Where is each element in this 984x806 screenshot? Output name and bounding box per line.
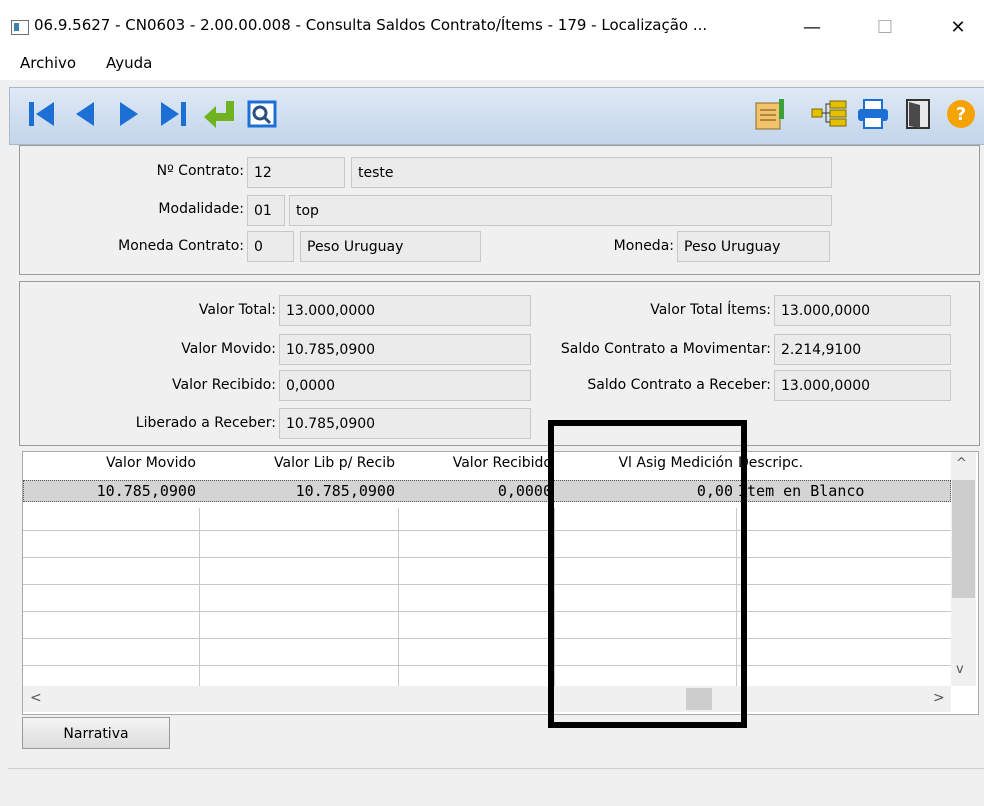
moneda-contrato-code-field[interactable]: 0 bbox=[247, 231, 294, 262]
cell-descripcion[interactable]: Item en Blanco bbox=[738, 482, 864, 500]
valor-total-field[interactable]: 13.000,0000 bbox=[279, 295, 531, 326]
status-bar bbox=[8, 768, 984, 806]
moneda-field[interactable]: Peso Uruguay bbox=[677, 231, 830, 262]
window-title: 06.9.5627 - CN0603 - 2.00.00.008 - Consu… bbox=[34, 16, 708, 34]
next-record-icon[interactable] bbox=[116, 97, 142, 131]
modalidade-desc-field[interactable]: top bbox=[289, 195, 832, 226]
help-icon[interactable]: ? bbox=[944, 97, 978, 131]
highlight-annotation-box bbox=[548, 420, 747, 728]
moneda-label: Moneda: bbox=[613, 238, 674, 254]
minimize-button[interactable]: — bbox=[789, 10, 835, 46]
valor-total-label: Valor Total: bbox=[198, 302, 276, 318]
first-record-icon[interactable] bbox=[26, 97, 58, 131]
valor-movido-field[interactable]: 10.785,0900 bbox=[279, 334, 531, 365]
previous-record-icon[interactable] bbox=[72, 97, 98, 131]
moneda-contrato-desc-field[interactable]: Peso Uruguay bbox=[300, 231, 481, 262]
cell-valor-movido[interactable]: 10.785,0900 bbox=[24, 482, 196, 500]
contrato-code-field[interactable]: 12 bbox=[247, 157, 345, 188]
go-to-icon[interactable] bbox=[200, 97, 240, 131]
column-header-valor-lib[interactable]: Valor Lib p/ Recib bbox=[201, 455, 395, 471]
exit-door-icon[interactable] bbox=[902, 97, 934, 131]
last-record-icon[interactable] bbox=[158, 97, 190, 131]
svg-text:?: ? bbox=[956, 104, 966, 125]
saldo-receber-field[interactable]: 13.000,0000 bbox=[774, 370, 951, 401]
valor-total-items-field[interactable]: 13.000,0000 bbox=[774, 295, 951, 326]
app-icon bbox=[11, 20, 29, 35]
grid-row-divider bbox=[23, 530, 951, 531]
vertical-scroll-thumb[interactable] bbox=[952, 480, 975, 598]
close-button[interactable]: ✕ bbox=[935, 10, 981, 46]
cell-valor-recibido[interactable]: 0,0000 bbox=[400, 482, 552, 500]
valor-total-items-label: Valor Total Ítems: bbox=[650, 302, 771, 318]
contrato-label: Nº Contrato: bbox=[156, 163, 244, 179]
print-icon[interactable] bbox=[855, 97, 891, 131]
search-icon[interactable] bbox=[245, 97, 279, 131]
column-header-descripcion[interactable]: Descripc. bbox=[738, 455, 803, 471]
grid-row-divider bbox=[23, 557, 951, 558]
tree-view-icon[interactable] bbox=[810, 97, 850, 131]
contrato-desc-field[interactable]: teste bbox=[351, 157, 832, 188]
horizontal-scrollbar[interactable] bbox=[23, 686, 951, 712]
grid-row-divider bbox=[23, 584, 951, 585]
grid-row-divider bbox=[23, 665, 951, 666]
scroll-right-icon[interactable]: > bbox=[933, 690, 945, 706]
maximize-button[interactable]: ☐ bbox=[862, 10, 908, 46]
cell-valor-lib[interactable]: 10.785,0900 bbox=[201, 482, 395, 500]
grid-row-divider bbox=[23, 611, 951, 612]
moneda-contrato-label: Moneda Contrato: bbox=[118, 238, 244, 254]
column-header-valor-recibido[interactable]: Valor Recibido bbox=[400, 455, 552, 471]
saldo-movimentar-label: Saldo Contrato a Movimentar: bbox=[560, 341, 771, 357]
grid-column-divider bbox=[398, 508, 399, 686]
grid-column-divider bbox=[199, 508, 200, 686]
scroll-up-icon[interactable]: ^ bbox=[956, 456, 967, 471]
narrativa-button[interactable]: Narrativa bbox=[22, 717, 170, 749]
saldo-receber-label: Saldo Contrato a Receber: bbox=[587, 377, 771, 393]
menu-archivo[interactable]: Archivo bbox=[20, 54, 76, 72]
valor-recibido-label: Valor Recibido: bbox=[172, 377, 276, 393]
modalidade-label: Modalidade: bbox=[158, 201, 244, 217]
edit-document-icon[interactable] bbox=[752, 97, 788, 131]
saldo-movimentar-field[interactable]: 2.214,9100 bbox=[774, 334, 951, 365]
valor-recibido-field[interactable]: 0,0000 bbox=[279, 370, 531, 401]
liberado-label: Liberado a Receber: bbox=[135, 415, 276, 431]
scroll-left-icon[interactable]: < bbox=[30, 690, 42, 706]
valor-movido-label: Valor Movido: bbox=[181, 341, 276, 357]
scroll-down-icon[interactable]: v bbox=[956, 662, 964, 677]
grid-row-divider bbox=[23, 638, 951, 639]
liberado-field[interactable]: 10.785,0900 bbox=[279, 408, 531, 439]
modalidade-code-field[interactable]: 01 bbox=[247, 195, 285, 226]
column-header-valor-movido[interactable]: Valor Movido bbox=[24, 455, 196, 471]
menu-ayuda[interactable]: Ayuda bbox=[106, 54, 152, 72]
